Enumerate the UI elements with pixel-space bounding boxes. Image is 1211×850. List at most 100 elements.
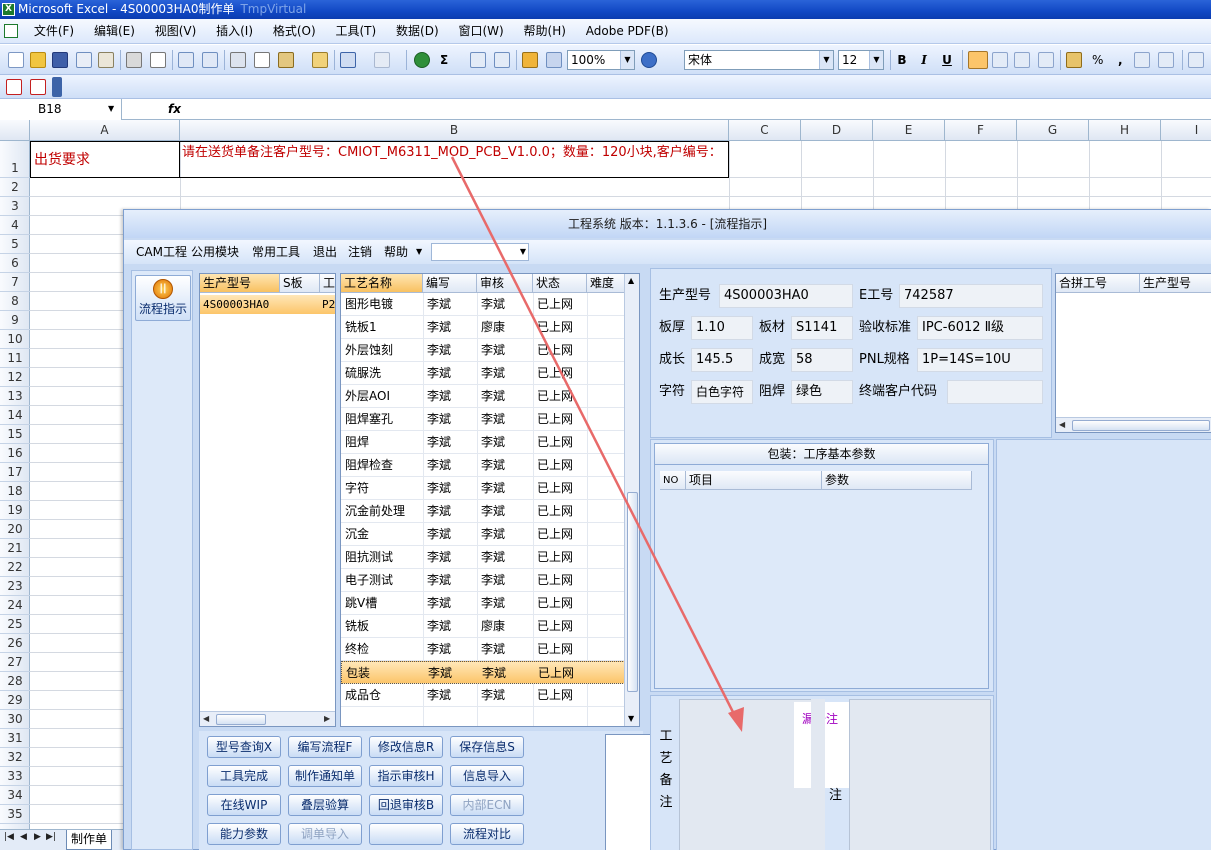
- row-header[interactable]: 23: [0, 577, 30, 596]
- table-row[interactable]: 成品仓 李斌 李斌 已上网: [341, 684, 625, 707]
- chevron-down-icon[interactable]: ▼: [416, 240, 422, 264]
- column-header[interactable]: D: [801, 120, 873, 141]
- next-sheet-icon[interactable]: ▶: [34, 832, 41, 842]
- column-header[interactable]: 生产型号: [1140, 274, 1211, 293]
- menu-insert[interactable]: 插入(I): [208, 19, 261, 44]
- menu-view[interactable]: 视图(V): [147, 19, 205, 44]
- spelling-icon[interactable]: [178, 52, 194, 68]
- row-header[interactable]: 26: [0, 634, 30, 653]
- chevron-down-icon[interactable]: ▼: [819, 51, 833, 69]
- column-header[interactable]: S板: [280, 274, 320, 293]
- std-value[interactable]: IPC-6012 Ⅱ级: [917, 316, 1043, 340]
- scroll-right-icon[interactable]: ▶: [324, 712, 330, 726]
- app-menu-logout[interactable]: 注销: [348, 240, 372, 264]
- row-header[interactable]: 3: [0, 197, 30, 216]
- save-icon[interactable]: [52, 52, 68, 68]
- prev-sheet-icon[interactable]: ◀: [20, 832, 27, 842]
- open-icon[interactable]: [30, 52, 46, 68]
- scroll-down-icon[interactable]: ▼: [628, 714, 634, 723]
- action-button[interactable]: 型号查询X: [207, 736, 281, 758]
- format-painter-icon[interactable]: [312, 52, 328, 68]
- redo-icon[interactable]: [374, 52, 390, 68]
- row-header[interactable]: 6: [0, 254, 30, 273]
- sort-descending-icon[interactable]: [494, 52, 510, 68]
- menu-data[interactable]: 数据(D): [388, 19, 447, 44]
- print-preview-icon[interactable]: [150, 52, 166, 68]
- mat-value[interactable]: S1141: [791, 316, 853, 340]
- horizontal-scrollbar[interactable]: ◀: [1056, 417, 1211, 432]
- increase-decimal-icon[interactable]: [1134, 52, 1150, 68]
- pdf-email-icon[interactable]: [30, 79, 46, 95]
- email-icon[interactable]: [98, 52, 114, 68]
- column-header[interactable]: 合拼工号: [1056, 274, 1140, 293]
- notes-box[interactable]: 漏备注: [679, 699, 880, 850]
- row-header[interactable]: 9: [0, 311, 30, 330]
- sort-ascending-icon[interactable]: [470, 52, 486, 68]
- undo-icon[interactable]: [340, 52, 356, 68]
- table-row[interactable]: 字符 李斌 李斌 已上网: [341, 477, 625, 500]
- row-header[interactable]: 32: [0, 748, 30, 767]
- scroll-left-icon[interactable]: ◀: [203, 712, 209, 726]
- new-icon[interactable]: [8, 52, 24, 68]
- row-header[interactable]: 20: [0, 520, 30, 539]
- indent-icon[interactable]: [1188, 52, 1204, 68]
- table-row[interactable]: 4S00003HA0 P2: [200, 295, 335, 314]
- cell-a1[interactable]: 出货要求: [30, 141, 180, 178]
- action-button[interactable]: 指示审核H: [369, 765, 443, 787]
- hyperlink-icon[interactable]: [414, 52, 430, 68]
- menu-edit[interactable]: 编辑(E): [86, 19, 143, 44]
- column-header[interactable]: 工艺名称: [341, 274, 423, 293]
- table-row[interactable]: 包装 李斌 李斌 已上网: [341, 661, 625, 684]
- row-header[interactable]: 1: [0, 141, 30, 178]
- table-row[interactable]: 硫脲洗 李斌 李斌 已上网: [341, 362, 625, 385]
- decrease-decimal-icon[interactable]: [1158, 52, 1174, 68]
- row-header[interactable]: 25: [0, 615, 30, 634]
- row-header[interactable]: 17: [0, 463, 30, 482]
- scroll-up-icon[interactable]: ▲: [628, 276, 634, 285]
- thick-value[interactable]: 1.10: [691, 316, 753, 340]
- column-header[interactable]: F: [945, 120, 1017, 141]
- row-header[interactable]: 31: [0, 729, 30, 748]
- name-box[interactable]: B18 ▼: [0, 99, 122, 120]
- cust-value[interactable]: [947, 380, 1043, 404]
- row-header[interactable]: 11: [0, 349, 30, 368]
- copy-icon[interactable]: [254, 52, 270, 68]
- table-row[interactable]: 沉金前处理 李斌 李斌 已上网: [341, 500, 625, 523]
- action-button[interactable]: 编写流程F: [288, 736, 362, 758]
- scrollbar-thumb[interactable]: [216, 714, 266, 725]
- action-button[interactable]: 信息导入: [450, 765, 524, 787]
- column-header[interactable]: C: [729, 120, 801, 141]
- row-header[interactable]: 7: [0, 273, 30, 292]
- vertical-scrollbar[interactable]: [811, 699, 825, 850]
- align-right-icon[interactable]: [1014, 52, 1030, 68]
- align-left-icon[interactable]: [968, 51, 988, 69]
- comma-button[interactable]: ,: [1118, 51, 1123, 69]
- toolbar-options-icon[interactable]: [52, 77, 62, 97]
- menu-file[interactable]: 文件(F): [26, 19, 82, 44]
- action-button[interactable]: [369, 823, 443, 845]
- column-header[interactable]: 生产型号: [200, 274, 280, 293]
- prod-value[interactable]: 4S00003HA0: [719, 284, 853, 308]
- function-icon[interactable]: fx: [168, 99, 181, 119]
- paste-icon[interactable]: [278, 52, 294, 68]
- chart-wizard-icon[interactable]: [522, 52, 538, 68]
- row-header[interactable]: 35: [0, 805, 30, 824]
- research-icon[interactable]: [202, 52, 218, 68]
- action-button[interactable]: 叠层验算: [288, 794, 362, 816]
- menu-window[interactable]: 窗口(W): [450, 19, 511, 44]
- table-row[interactable]: 外层蚀刻 李斌 李斌 已上网: [341, 339, 625, 362]
- bold-button[interactable]: B: [892, 51, 912, 69]
- row-header[interactable]: 27: [0, 653, 30, 672]
- font-size-combo[interactable]: 12 ▼: [838, 50, 884, 70]
- column-header[interactable]: 编写: [423, 274, 477, 293]
- table-row[interactable]: 铣板1 李斌 廖康 已上网: [341, 316, 625, 339]
- len-value[interactable]: 145.5: [691, 348, 753, 372]
- notes-box-2[interactable]: [849, 699, 991, 850]
- table-row[interactable]: 沉金 李斌 李斌 已上网: [341, 523, 625, 546]
- autosum-icon[interactable]: Σ: [440, 51, 448, 69]
- table-row[interactable]: 电子测试 李斌 李斌 已上网: [341, 569, 625, 592]
- sheet-tab[interactable]: 制作单: [66, 830, 113, 850]
- row-header[interactable]: 12: [0, 368, 30, 387]
- percent-button[interactable]: %: [1092, 51, 1103, 69]
- row-header[interactable]: 22: [0, 558, 30, 577]
